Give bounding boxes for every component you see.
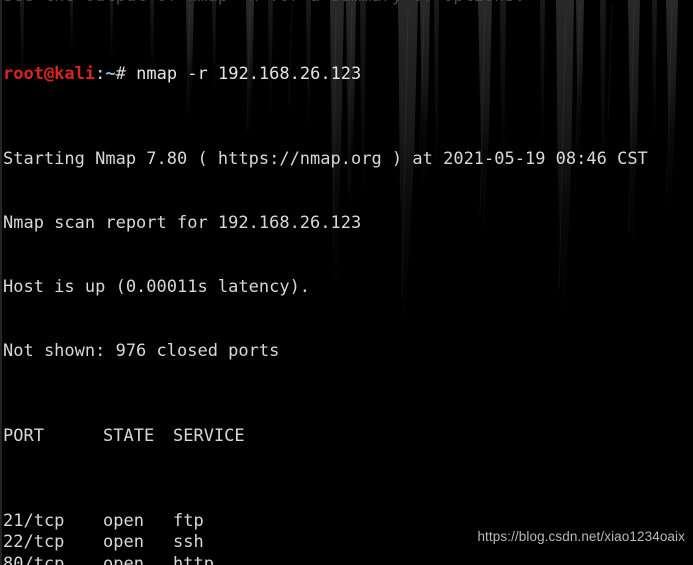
output-line-not-shown: Not shown: 976 closed ports [3,340,280,361]
table-row: 80/tcp open http [3,554,693,565]
cell-service: ftp [173,511,204,532]
cell-state: open [103,553,144,565]
prompt-hash: # [115,63,126,84]
watermark-text: https://blog.csdn.net/xiao1234oaix [477,528,685,544]
prompt-line: root@kali:~# nmap -r 192.168.26.123 [3,64,693,85]
output-line-host-up: Host is up (0.00011s latency). [3,276,311,297]
prompt-path: ~ [105,63,116,84]
prompt-colon: : [95,63,106,84]
command-input[interactable]: nmap -r 192.168.26.123 [126,64,361,84]
terminal-output: root@kali:~# nmap -r 192.168.26.123 Star… [0,0,693,565]
cell-service: http [173,553,214,565]
cell-state: open [103,511,144,532]
table-header-state: STATE [103,425,155,446]
cell-port: 21/tcp [3,511,65,532]
table-header-service: SERVICE [173,425,245,446]
cell-service: ssh [173,532,204,553]
terminal-window[interactable]: See the output of nmap -h for a summary … [0,0,693,565]
cell-port: 22/tcp [3,532,65,553]
output-line-scan-report: Nmap scan report for 192.168.26.123 [3,212,362,233]
table-header-port: PORT [3,425,44,446]
cell-state: open [103,532,144,553]
prompt-user-host: root@kali [3,63,96,84]
output-line-starting-nmap: Starting Nmap 7.80 ( https://nmap.org ) … [3,149,648,170]
cell-port: 80/tcp [3,553,65,565]
table-header-row: PORT STATE SERVICE [3,426,693,447]
